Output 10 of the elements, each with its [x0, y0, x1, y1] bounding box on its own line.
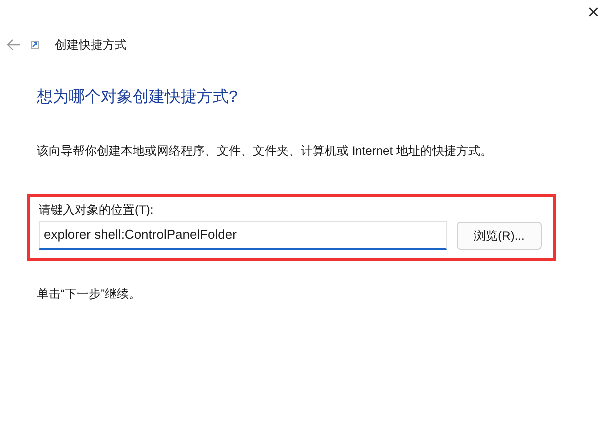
location-field[interactable]: explorer shell:ControlPanelFolder: [39, 221, 447, 250]
shortcut-icon: [31, 41, 39, 49]
browse-button[interactable]: 浏览(R)...: [457, 222, 542, 250]
close-button[interactable]: ✕: [587, 4, 600, 24]
description-text: 该向导帮你创建本地或网络程序、文件、文件夹、计算机或 Internet 地址的快捷方式。: [37, 143, 494, 160]
window-title: 创建快捷方式: [55, 37, 127, 54]
back-arrow-icon[interactable]: [7, 39, 21, 51]
page-heading: 想为哪个对象创建快捷方式?: [37, 88, 239, 108]
hint-text: 单击“下一步”继续。: [37, 286, 142, 303]
location-label: 请键入对象的位置(T):: [39, 203, 155, 217]
